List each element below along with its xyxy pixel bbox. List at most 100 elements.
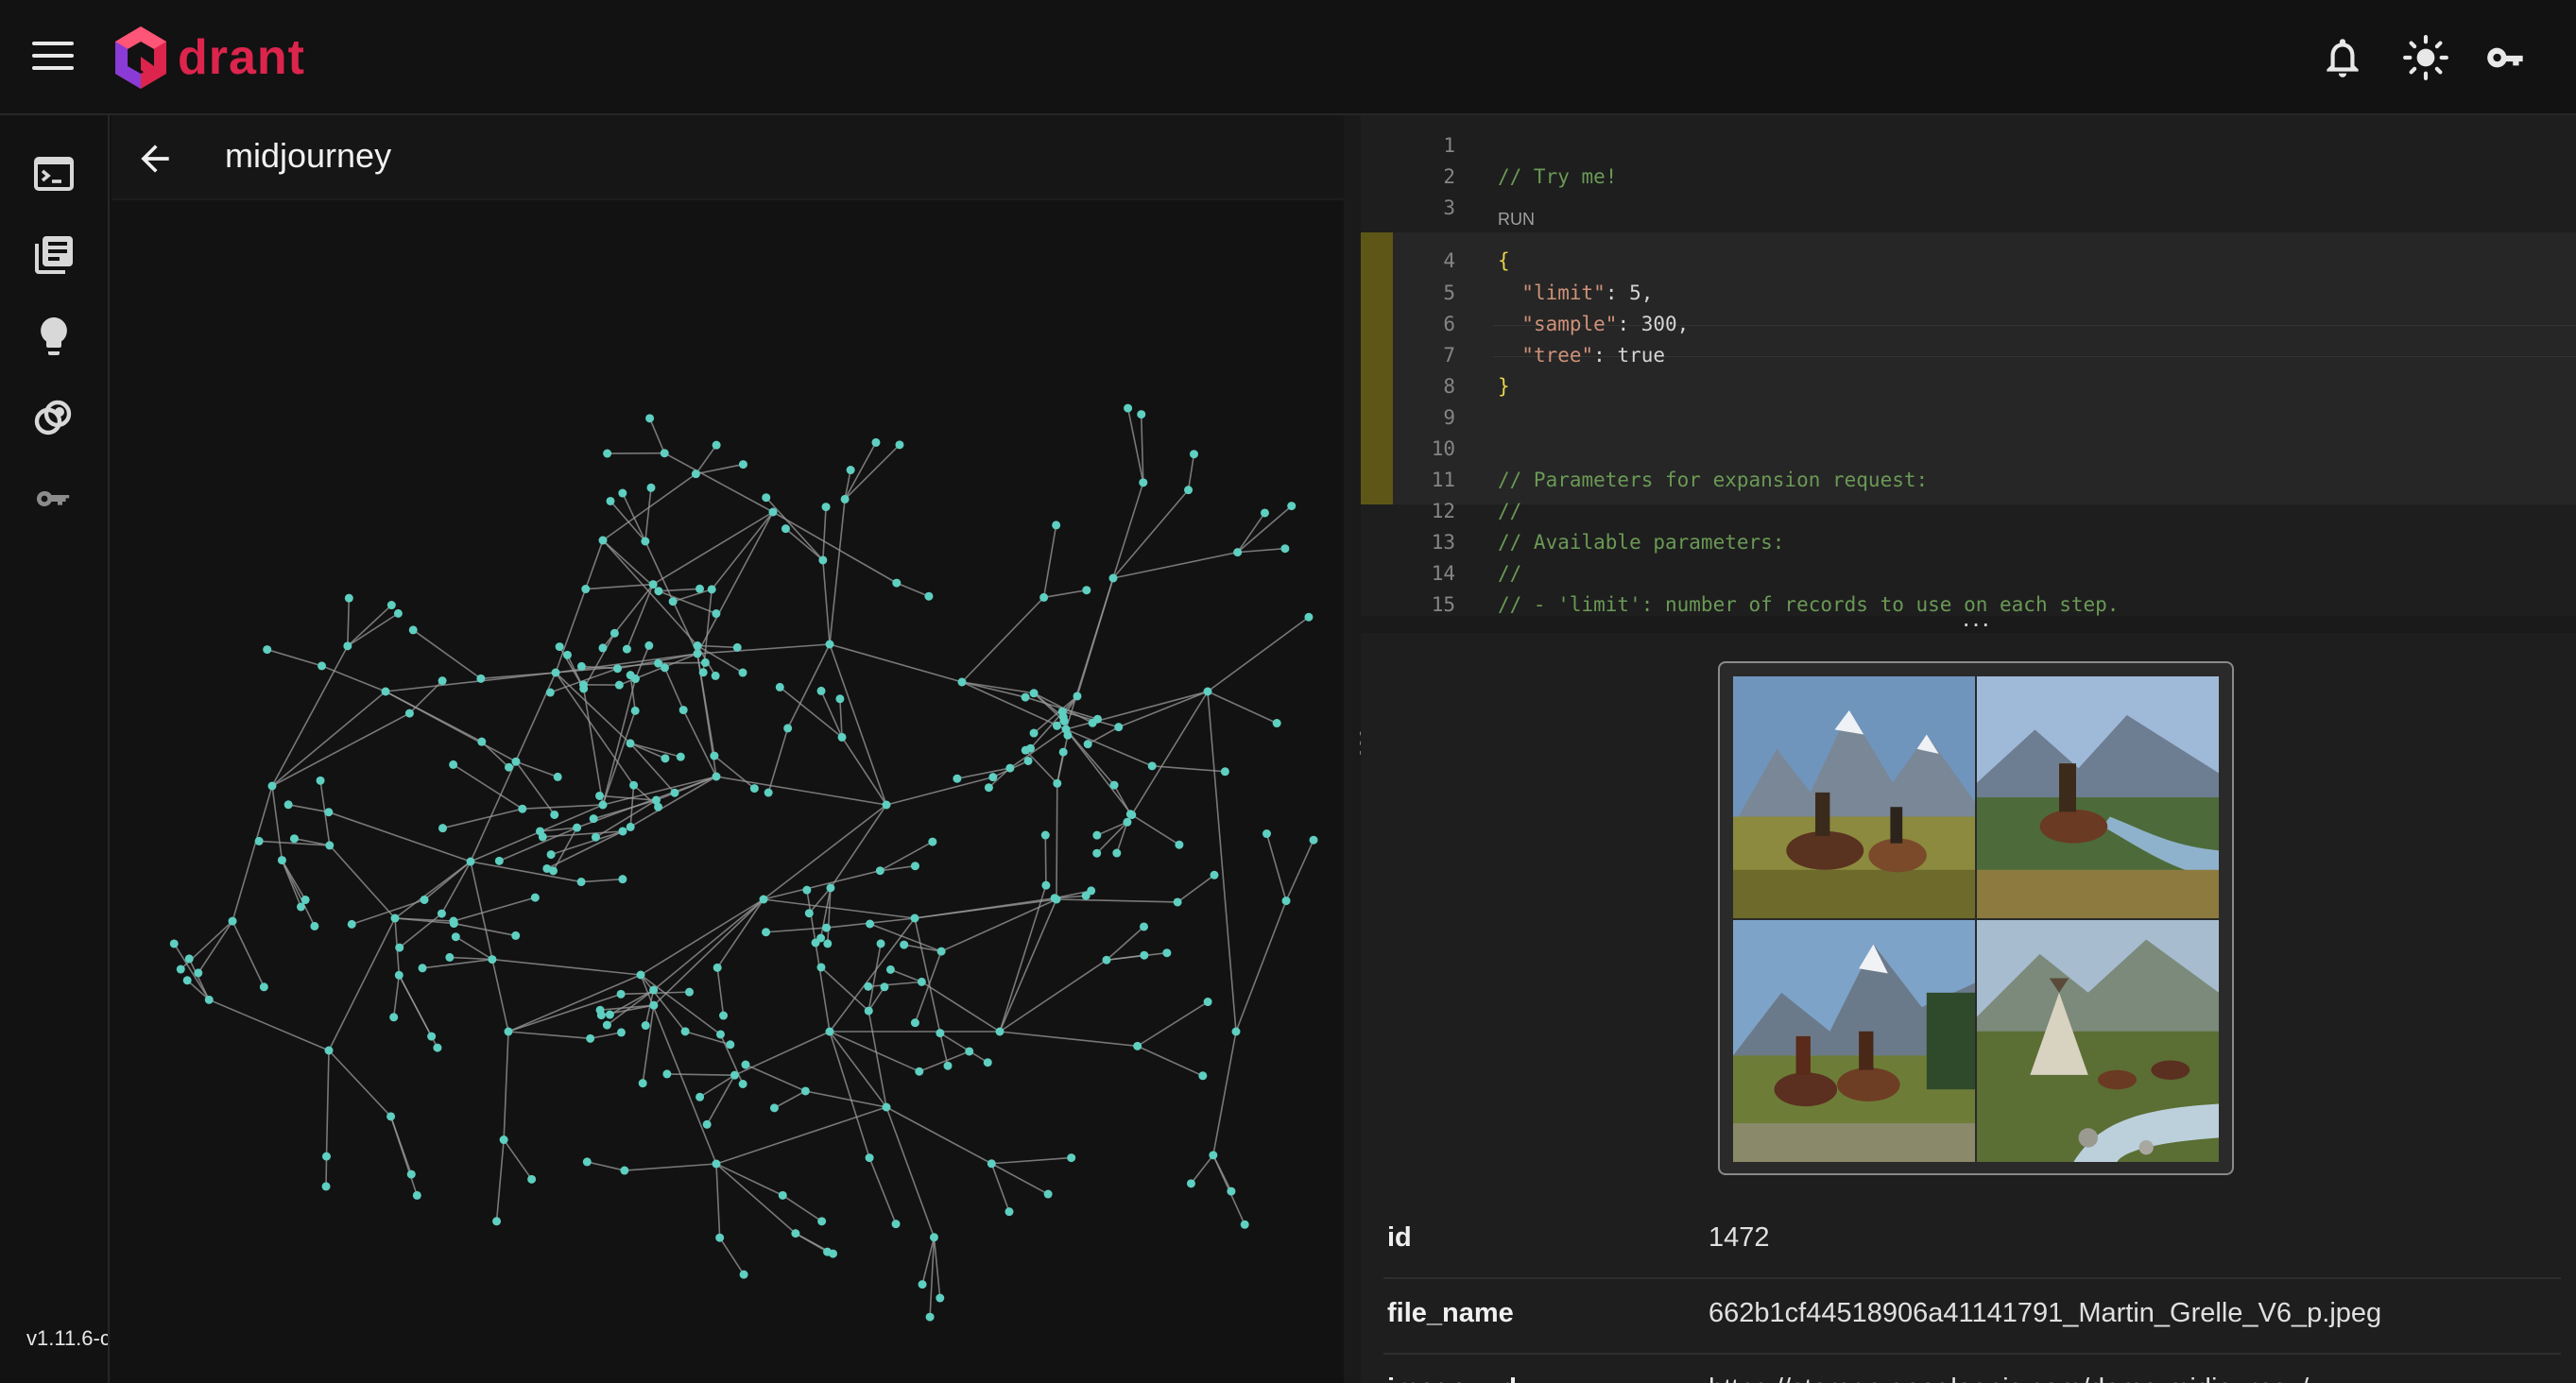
graph-node[interactable] [816,963,826,972]
graph-node[interactable] [176,965,185,974]
graph-node[interactable] [864,982,873,991]
graph-node[interactable] [344,593,353,603]
graph-node[interactable] [626,822,635,831]
graph-node[interactable] [1210,870,1219,879]
graph-node[interactable] [715,1030,725,1039]
graph-node[interactable] [943,1061,953,1070]
code-text[interactable]: // - 'limit': number of records to use o… [1498,589,2119,616]
graph-node[interactable] [511,931,521,940]
code-line[interactable]: 8} [1361,371,2576,402]
graph-node[interactable] [739,1270,748,1279]
graph-node[interactable] [393,608,403,618]
graph-node[interactable] [598,536,608,545]
graph-canvas[interactable] [112,200,1344,1383]
graph-node[interactable] [1109,780,1119,790]
graph-node[interactable] [864,1006,873,1016]
code-text[interactable]: // [1498,558,1521,589]
graph-node[interactable] [579,684,589,693]
graph-node[interactable] [437,909,446,918]
graph-node[interactable] [408,625,418,635]
hamburger-menu-icon[interactable] [32,42,74,76]
lightbulb-icon[interactable] [31,314,77,359]
graph-node[interactable] [925,1312,935,1322]
graph-node[interactable] [618,875,627,884]
graph-node[interactable] [928,837,937,846]
graph-node[interactable] [204,995,214,1004]
graph-node[interactable] [476,674,486,683]
graph-node[interactable] [535,827,544,836]
graph-node[interactable] [1203,998,1212,1007]
graph-node[interactable] [324,1046,334,1055]
code-line[interactable]: 9 [1361,402,2576,434]
graph-node[interactable] [825,640,834,649]
graph-node[interactable] [504,1027,513,1036]
code-text[interactable]: "limit": 5, [1498,278,1653,309]
graph-node[interactable] [715,1233,725,1242]
graph-node[interactable] [394,970,404,980]
graph-node[interactable] [1231,1027,1241,1036]
graph-node[interactable] [840,494,850,504]
graph-node[interactable] [778,1190,787,1200]
point-image[interactable] [1718,661,2234,1175]
graph-node[interactable] [499,1135,508,1145]
graph-node[interactable] [466,857,475,866]
graph-node[interactable] [823,939,833,948]
graph-node[interactable] [1272,719,1281,728]
graph-node[interactable] [700,657,710,667]
graph-node[interactable] [1133,1041,1142,1050]
graph-node[interactable] [598,643,608,653]
graph-node[interactable] [1140,950,1149,960]
graph-node[interactable] [477,737,487,746]
graph-node[interactable] [576,661,586,671]
graph-node[interactable] [347,919,356,929]
graph-node[interactable] [283,800,293,810]
graph-node[interactable] [1052,895,1061,904]
graph-node[interactable] [614,680,624,690]
graph-node[interactable] [1029,728,1039,738]
graph-node[interactable] [1173,897,1182,907]
graph-node[interactable] [1198,1071,1208,1081]
graph-node[interactable] [620,1166,629,1175]
graph-node[interactable] [660,663,669,673]
graph-node[interactable] [494,856,504,865]
graph-node[interactable] [711,671,720,680]
graph-node[interactable] [641,1021,650,1031]
graph-node[interactable] [1073,692,1082,701]
graph-node[interactable] [817,1217,827,1226]
graph-node[interactable] [1186,1179,1195,1188]
graph-node[interactable] [420,895,429,904]
graph-node[interactable] [800,1086,810,1096]
code-text[interactable]: // Try me! [1498,162,1617,193]
graph-node[interactable] [804,909,814,918]
graph-node[interactable] [1058,747,1068,757]
graph-node[interactable] [1053,778,1062,788]
graph-node[interactable] [1162,948,1172,958]
graph-node[interactable] [194,968,203,978]
graph-node[interactable] [1057,707,1067,716]
graph-node[interactable] [764,788,773,797]
graph-node[interactable] [184,954,194,964]
graph-node[interactable] [710,751,719,760]
graph-node[interactable] [1040,830,1050,840]
graph-node[interactable] [602,1020,611,1030]
graph-node[interactable] [693,649,702,658]
graph-node[interactable] [641,537,650,546]
sun-icon[interactable] [2402,34,2449,81]
graph-node[interactable] [395,943,404,952]
graph-node[interactable] [254,836,264,845]
graph-node[interactable] [343,641,352,651]
graph-node[interactable] [680,1027,690,1036]
graph-node[interactable] [1123,817,1132,827]
code-line[interactable]: 4{ [1361,246,2576,277]
graph-node[interactable] [719,1011,729,1020]
graph-node[interactable] [182,976,192,985]
graph-node[interactable] [603,449,612,458]
graph-node[interactable] [781,524,790,534]
graph-node[interactable] [818,555,828,565]
graph-node[interactable] [822,923,832,932]
code-text[interactable]: { [1498,246,1510,277]
graph-node[interactable] [762,493,771,503]
graph-node[interactable] [649,1000,659,1010]
graph-node[interactable] [562,650,572,659]
graph-node[interactable] [662,1069,672,1079]
